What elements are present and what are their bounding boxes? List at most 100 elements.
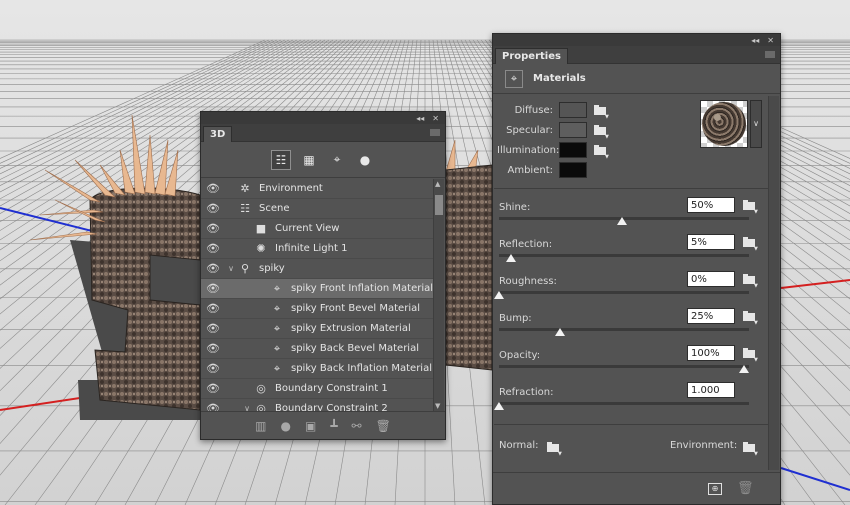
slider-knob[interactable] [494,402,504,410]
material-picker-dropdown-icon[interactable]: ∨ [750,100,762,148]
mesh-icon: ⚲ [240,262,250,275]
texture-folder-icon[interactable]: ▼ [743,237,758,252]
visibility-eye-icon[interactable]: 👁 [201,342,225,355]
texture-folder-icon[interactable]: ▼ [594,144,609,160]
texture-folder-icon[interactable]: ▼ [743,311,758,326]
scene-filter-toolbar: ☷ ▦ ⌖ ● [201,142,445,178]
layer-row[interactable]: 👁 ⌖ spiky Extrusion Material [201,319,433,339]
place-on-ground-icon[interactable]: ┻ [330,419,337,433]
layer-row[interactable]: 👁 ✲ Environment [201,179,433,199]
slider-knob[interactable] [506,254,517,262]
slider-track[interactable] [499,328,749,331]
visibility-eye-icon[interactable]: 👁 [201,182,225,195]
visibility-eye-icon[interactable]: 👁 [201,402,225,411]
material-preview-thumbnail[interactable] [700,100,748,148]
slider-track[interactable] [499,402,749,405]
panel-menu-icon[interactable] [430,129,440,136]
scroll-down-icon[interactable]: ▼ [435,402,440,410]
color-label: Specular: [506,124,553,136]
slider-value-input[interactable]: 1.000 [687,382,735,398]
close-icon[interactable]: ✕ [432,114,439,123]
expand-arrow-icon[interactable]: ∨ [241,404,253,411]
slider-knob[interactable] [739,365,749,373]
visibility-eye-icon[interactable]: 👁 [201,362,225,375]
texture-folder-icon[interactable]: ▼ [594,104,609,120]
expand-arrow-icon[interactable]: ∨ [225,264,237,273]
close-icon[interactable]: ✕ [767,36,774,45]
slider-track[interactable] [499,365,749,368]
visibility-eye-icon[interactable]: 👁 [201,202,225,215]
color-swatch[interactable] [559,102,587,118]
slider-track[interactable] [499,254,749,257]
environment-label: Environment: [670,440,738,451]
slider-row: Refraction: 1.000 [494,382,769,423]
tab-properties[interactable]: Properties [495,48,568,64]
scene-filter-icon[interactable]: ☷ [271,149,291,170]
color-row: Diffuse: ▼ [497,102,609,120]
properties-footer: ⊕ 🗑 [493,472,780,504]
delete-icon[interactable]: 🗑 [737,481,754,496]
visibility-eye-icon[interactable]: 👁 [201,302,225,315]
collapse-icon[interactable]: ◂◂ [416,114,424,123]
slider-value-input[interactable]: 100% [687,345,735,361]
slider-row: Shine: 50% ▼ [499,197,769,238]
slider-value-input[interactable]: 50% [687,197,735,213]
layer-row[interactable]: 👁 ☷ Scene [201,199,433,219]
scroll-up-icon[interactable]: ▲ [435,180,440,188]
tab-3d[interactable]: 3D [203,126,233,142]
delete-icon[interactable]: 🗑 [376,419,391,433]
visibility-eye-icon[interactable]: 👁 [201,262,225,275]
color-label: Diffuse: [514,104,553,116]
color-swatch[interactable] [559,162,587,178]
texture-folder-icon[interactable]: ▼ [594,124,609,140]
slider-track[interactable] [499,291,749,294]
color-swatch[interactable] [559,142,587,158]
layer-row[interactable]: 👁 ◎ Boundary Constraint 1 [201,379,433,399]
new-material-icon[interactable]: ⊕ [708,483,722,495]
visibility-eye-icon[interactable]: 👁 [201,382,225,395]
visibility-eye-icon[interactable]: 👁 [201,322,225,335]
slider-label: Shine: [499,202,531,213]
layer-row[interactable]: 👁 ✺ Infinite Light 1 [201,239,433,259]
layer-row[interactable]: 👁 ∨ ◎ Boundary Constraint 2 [201,399,433,411]
visibility-eye-icon[interactable]: 👁 [201,222,225,235]
panel-topbar: ◂◂ ✕ [201,112,445,124]
color-label: Illumination: [497,144,560,156]
visibility-eye-icon[interactable]: 👁 [201,282,225,295]
slider-knob[interactable] [616,217,627,225]
visibility-eye-icon[interactable]: 👁 [201,242,225,255]
render-icon[interactable]: ▥ [255,419,266,433]
collapse-icon[interactable]: ◂◂ [751,36,759,45]
texture-folder-icon[interactable]: ▼ [743,348,758,363]
slider-knob[interactable] [555,328,566,336]
layer-list-scrollbar[interactable]: ▲ ▼ [433,179,444,411]
split-icon[interactable]: ⚯ [352,419,362,433]
texture-folder-icon[interactable]: ▼ [743,274,758,289]
layer-row[interactable]: 👁 ⌖ spiky Back Inflation Material [201,359,433,379]
add-mesh-icon[interactable]: ▣ [305,419,316,433]
layer-row[interactable]: 👁 ⌖ spiky Back Bevel Material [201,339,433,359]
environment-map-folder-icon[interactable]: ▼ [743,442,758,457]
light-filter-icon[interactable]: ● [355,150,375,170]
second-letter-fragment [445,164,493,371]
layer-row[interactable]: 👁 ⌖ spiky Front Bevel Material [201,299,433,319]
mesh-filter-icon[interactable]: ▦ [299,150,319,170]
slider-value-input[interactable]: 5% [687,234,735,250]
layer-row[interactable]: 👁 ∨ ⚲ spiky [201,259,433,279]
slider-value-input[interactable]: 0% [687,271,735,287]
color-swatch[interactable] [559,122,587,138]
material-filter-icon[interactable]: ⌖ [327,150,347,170]
texture-folder-icon[interactable]: ▼ [743,200,758,215]
3d-panel-footer: ▥ ● ▣ ┻ ⚯ 🗑 [201,411,445,439]
layer-row[interactable]: 👁 ⌖ spiky Front Inflation Material [201,279,433,299]
slider-knob[interactable] [494,291,504,299]
properties-scrollbar[interactable] [768,96,779,470]
scrollbar-thumb[interactable] [435,195,443,215]
layer-row[interactable]: 👁 ■ Current View [201,219,433,239]
panel-menu-icon[interactable] [765,51,775,58]
normal-map-folder-icon[interactable]: ▼ [547,442,562,457]
add-light-icon[interactable]: ● [280,419,290,433]
3d-panel: ◂◂ ✕ 3D ☷ ▦ ⌖ ● 👁 ✲ Environment 👁 ☷ Scene 👁 ■ Curre… [200,111,446,440]
slider-value-input[interactable]: 25% [687,308,735,324]
material-icon: ⌖ [273,361,281,375]
